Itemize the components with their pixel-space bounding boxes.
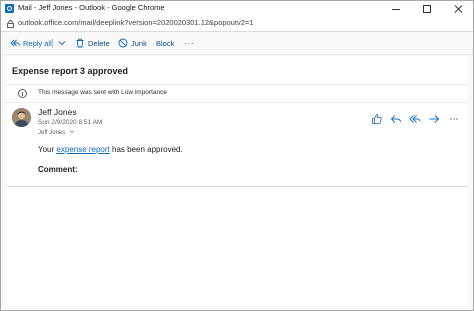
message-card: Jeff Jones Sun 2/9/2020 8:51 AM Jeff Jon… (6, 102, 468, 187)
block-label: Block (156, 38, 175, 48)
more-message-actions-button[interactable] (448, 113, 460, 125)
delete-label: Delete (88, 38, 110, 48)
body-text-before: Your (38, 145, 57, 154)
outlook-app-icon (5, 4, 14, 13)
reply-all-message-button[interactable] (409, 113, 421, 125)
info-icon (18, 89, 27, 98)
reply-all-icon (10, 38, 20, 48)
address-bar[interactable]: outlook.office.com/mail/deeplink?version… (1, 17, 473, 32)
junk-button[interactable]: Junk (118, 36, 147, 50)
reply-all-button[interactable]: Reply all (10, 36, 52, 50)
toolbar-divider (52, 39, 53, 48)
forward-arrow-icon (428, 113, 440, 125)
maximize-button[interactable] (416, 1, 438, 17)
importance-notice: This message was sent with Low importanc… (38, 89, 167, 96)
trash-icon (75, 38, 85, 48)
avatar[interactable] (12, 108, 31, 127)
forward-button[interactable] (428, 113, 440, 125)
importance-info-bar: This message was sent with Low importanc… (6, 84, 468, 103)
reply-all-label: Reply all (23, 38, 52, 48)
block-button[interactable]: Block (156, 36, 174, 50)
recipient-line[interactable]: Jeff Jones (38, 129, 75, 136)
block-circle-icon (118, 38, 128, 48)
chevron-down-icon (69, 129, 75, 135)
command-bar: Reply all Delete Junk Block ··· (1, 32, 473, 55)
chevron-down-icon (58, 39, 66, 48)
reading-pane: Expense report 3 approved This message w… (6, 56, 468, 306)
minimize-button[interactable] (385, 1, 407, 17)
url-text[interactable]: outlook.office.com/mail/deeplink?version… (18, 18, 253, 27)
reply-all-icon (409, 113, 421, 125)
lock-icon (7, 20, 14, 28)
reply-options-dropdown[interactable] (58, 36, 66, 50)
thumbs-up-icon (371, 113, 383, 125)
more-label: ··· (184, 38, 195, 48)
body-text-after: has been approved. (109, 145, 183, 154)
comment-label: Comment: (38, 165, 78, 174)
message-subject: Expense report 3 approved (12, 66, 129, 76)
delete-button[interactable]: Delete (75, 36, 110, 50)
message-body: Your expense report has been approved. (38, 145, 183, 154)
browser-window: Mail - Jeff Jones - Outlook - Google Chr… (0, 0, 474, 311)
close-window-button[interactable] (448, 1, 470, 17)
sent-date: Sun 2/9/2020 8:51 AM (38, 119, 103, 126)
more-actions-button[interactable]: ··· (184, 36, 195, 50)
like-button[interactable] (371, 113, 383, 125)
title-bar: Mail - Jeff Jones - Outlook - Google Chr… (1, 1, 473, 17)
junk-label: Junk (131, 38, 147, 48)
reply-icon (390, 113, 402, 125)
sender-name[interactable]: Jeff Jones (38, 107, 77, 117)
expense-report-link[interactable]: expense report (56, 145, 109, 154)
recipient-name: Jeff Jones (38, 130, 66, 136)
window-title: Mail - Jeff Jones - Outlook - Google Chr… (18, 3, 165, 12)
reply-button[interactable] (390, 113, 402, 125)
more-dots-icon (448, 113, 460, 125)
